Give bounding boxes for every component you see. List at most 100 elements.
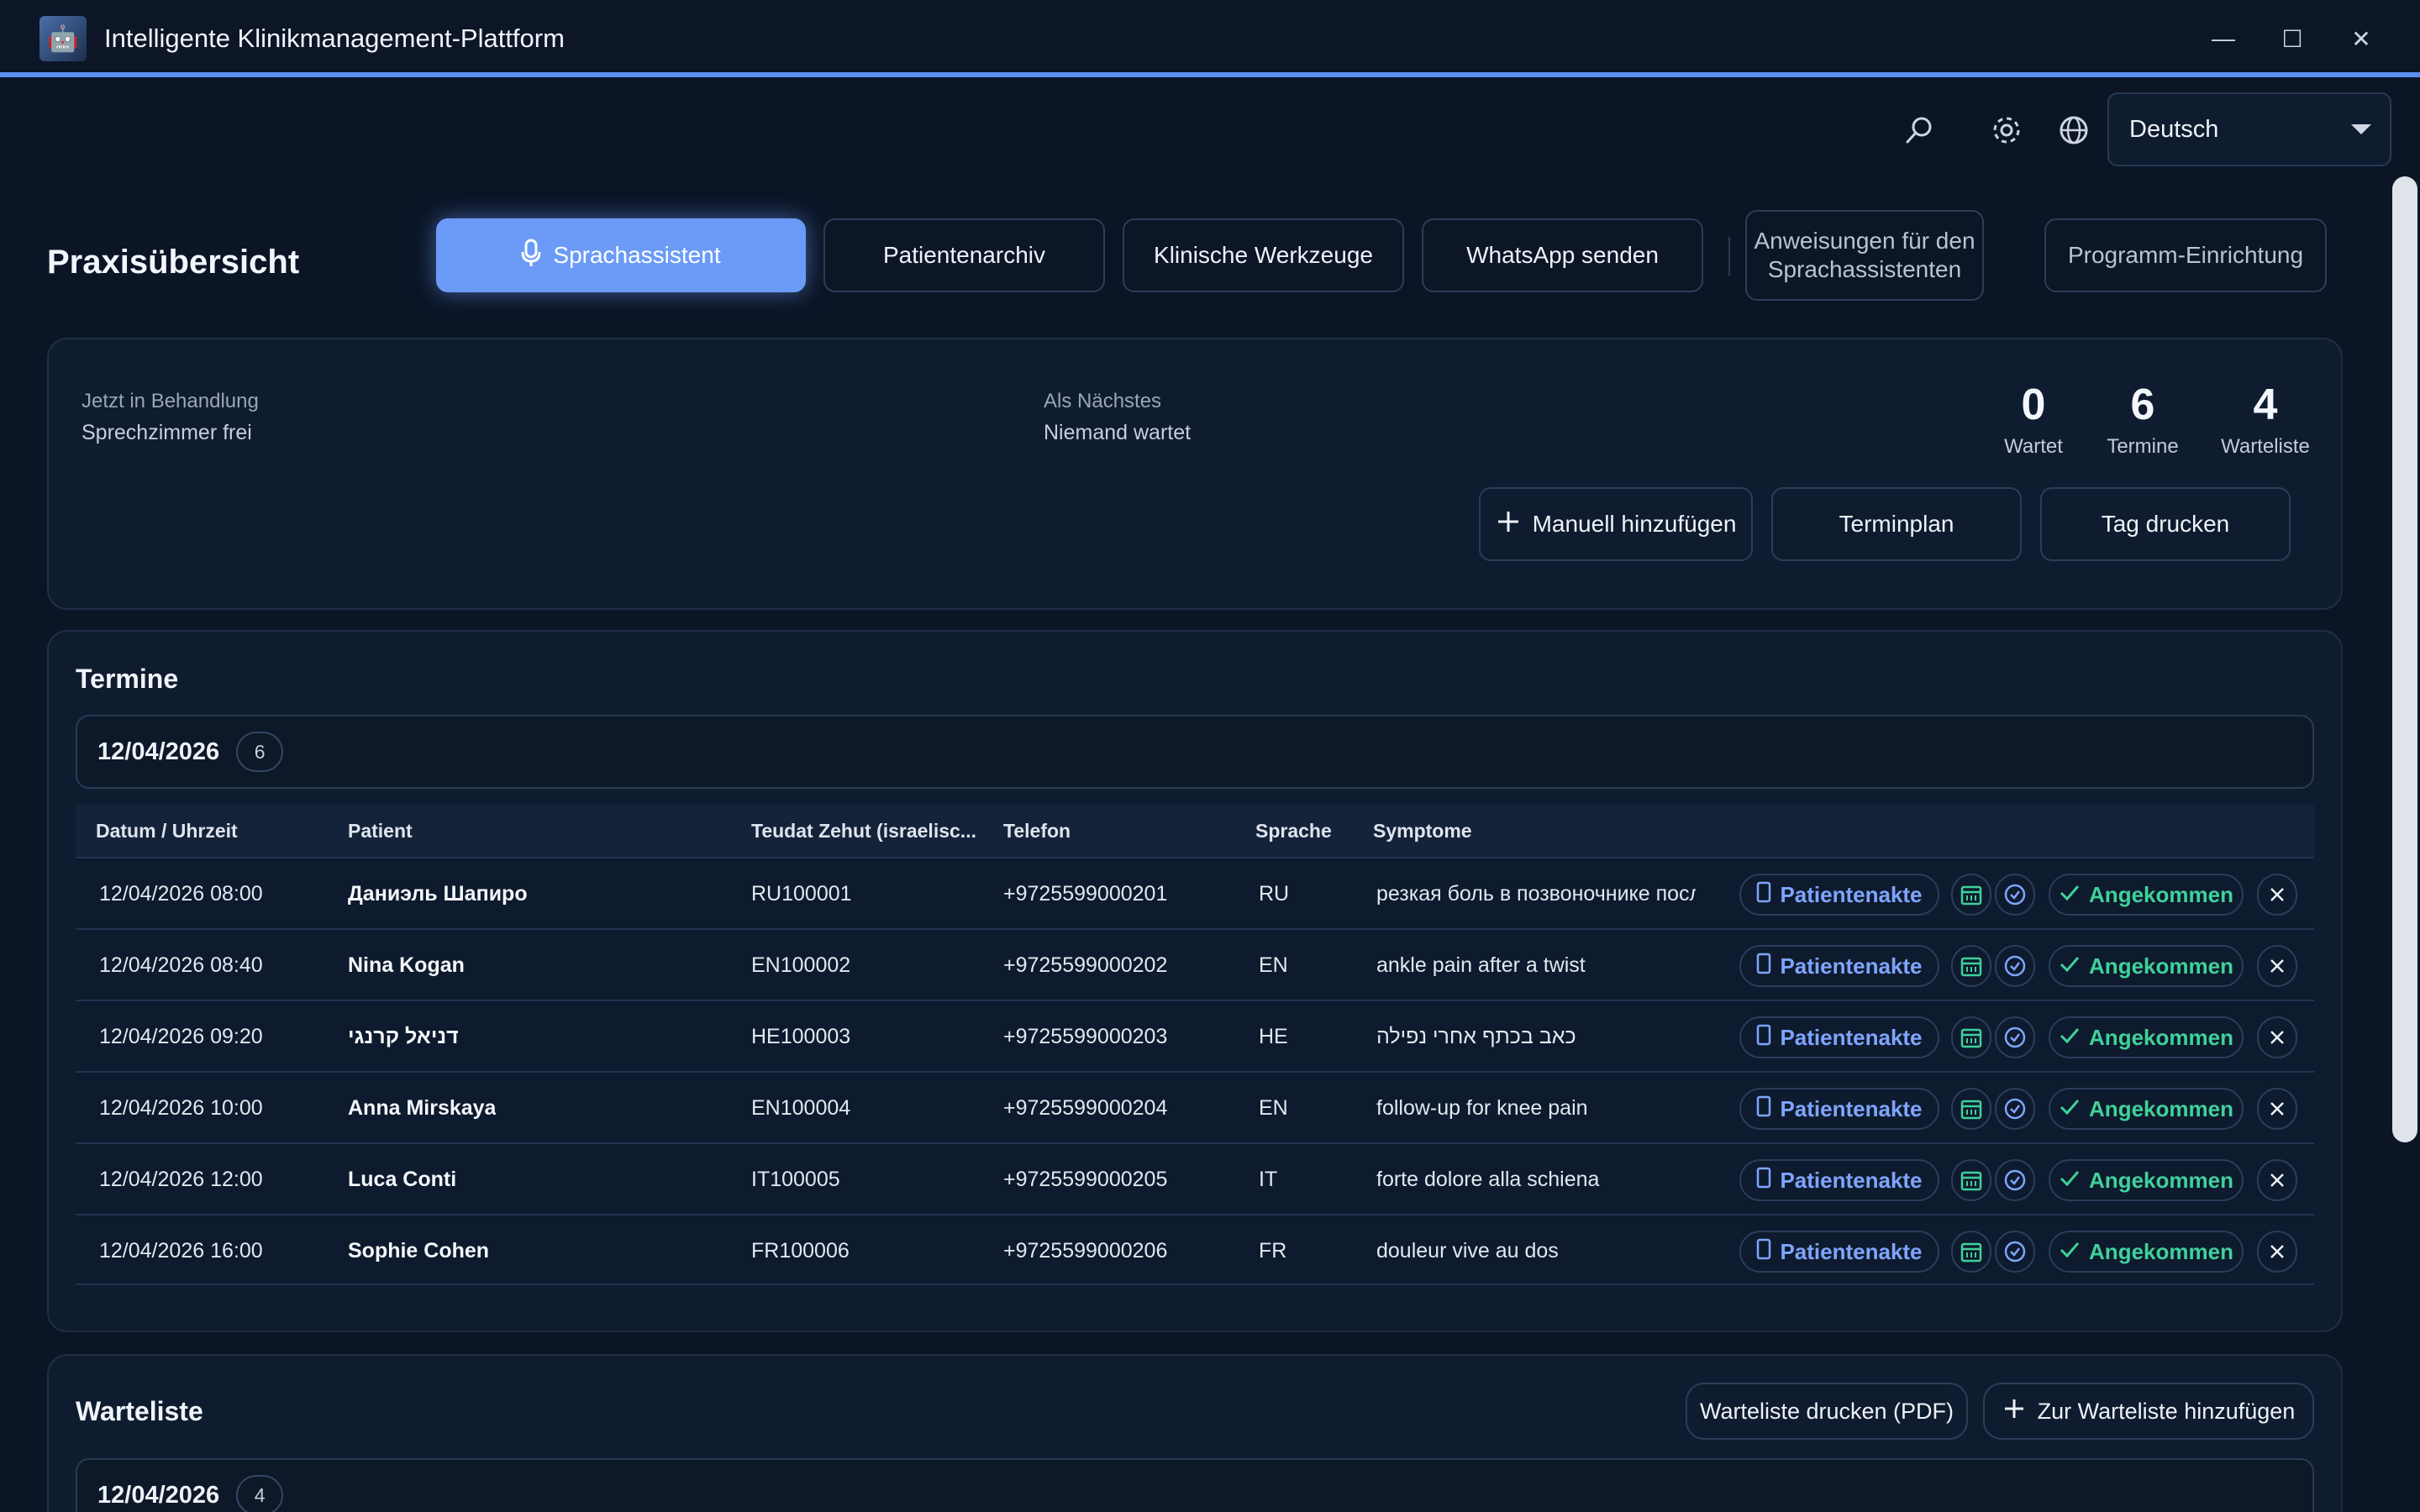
- cell-id: EN100004: [751, 1096, 851, 1120]
- stat-waitlist-label: Warteliste: [2221, 435, 2310, 458]
- column-header-patient[interactable]: Patient: [348, 820, 413, 843]
- waitlist-date-bar[interactable]: 12/04/2026 4: [76, 1458, 2314, 1512]
- patient-record-button[interactable]: Patientenakte: [1739, 945, 1939, 987]
- table-row[interactable]: 12/04/2026 16:00 Sophie Cohen FR100006 +…: [76, 1214, 2314, 1285]
- patient-record-button[interactable]: Patientenakte: [1739, 1231, 1939, 1273]
- remove-row-icon[interactable]: [2257, 1159, 2297, 1201]
- cell-datetime: 12/04/2026 09:20: [99, 1025, 263, 1048]
- cell-id: IT100005: [751, 1168, 840, 1191]
- search-icon[interactable]: [1898, 109, 1940, 151]
- globe-icon[interactable]: [2053, 109, 2095, 151]
- status-panel: [47, 338, 2343, 610]
- table-row[interactable]: 12/04/2026 09:20 דניאל קרנגי HE100003 +9…: [76, 1000, 2314, 1071]
- patient-record-button[interactable]: Patientenakte: [1739, 1088, 1939, 1130]
- appointments-date: 12/04/2026: [97, 738, 220, 765]
- remove-row-icon[interactable]: [2257, 945, 2297, 987]
- column-header-id[interactable]: Teudat Zehut (israelisc...: [751, 820, 976, 843]
- check-circle-icon[interactable]: [1995, 1231, 2035, 1273]
- patient-record-button[interactable]: Patientenakte: [1739, 1159, 1939, 1201]
- schedule-button[interactable]: Terminplan: [1771, 487, 2022, 561]
- remove-row-icon[interactable]: [2257, 874, 2297, 916]
- check-circle-icon[interactable]: [1995, 1159, 2035, 1201]
- check-circle-icon[interactable]: [1995, 874, 2035, 916]
- remove-row-icon[interactable]: [2257, 1088, 2297, 1130]
- title-bar: 🤖 Intelligente Klinikmanagement-Plattfor…: [0, 0, 2420, 77]
- add-manual-button[interactable]: Manuell hinzufügen: [1479, 487, 1753, 561]
- calendar-icon[interactable]: [1951, 874, 1991, 916]
- check-circle-icon[interactable]: [1995, 1088, 2035, 1130]
- remove-row-icon[interactable]: [2257, 1016, 2297, 1058]
- table-row[interactable]: 12/04/2026 12:00 Luca Conti IT100005 +97…: [76, 1142, 2314, 1214]
- cell-language: FR: [1259, 1239, 1287, 1263]
- table-row[interactable]: 12/04/2026 10:00 Anna Mirskaya EN100004 …: [76, 1071, 2314, 1142]
- column-header-phone[interactable]: Telefon: [1003, 820, 1071, 843]
- cell-patient: Anna Mirskaya: [348, 1096, 497, 1120]
- cell-phone: +9725599000203: [1003, 1025, 1168, 1048]
- language-select[interactable]: Deutsch: [2107, 92, 2391, 166]
- arrived-button[interactable]: Angekommen: [2049, 1231, 2244, 1273]
- assistant-instructions-button[interactable]: Anweisungen für den Sprachassistenten: [1745, 210, 1984, 301]
- column-header-language[interactable]: Sprache: [1255, 820, 1332, 843]
- gear-icon[interactable]: [1986, 109, 2028, 151]
- print-day-button[interactable]: Tag drucken: [2040, 487, 2291, 561]
- whatsapp-button[interactable]: WhatsApp senden: [1422, 218, 1703, 292]
- arrived-button[interactable]: Angekommen: [2049, 1088, 2244, 1130]
- cell-language: HE: [1259, 1025, 1288, 1048]
- stat-waitlist-value: 4: [2253, 381, 2278, 429]
- calendar-icon[interactable]: [1951, 1231, 1991, 1273]
- patient-record-label: Patientenakte: [1780, 881, 1923, 907]
- patient-record-button[interactable]: Patientenakte: [1739, 1016, 1939, 1058]
- plus-icon: [2002, 1397, 2026, 1426]
- cell-patient: Luca Conti: [348, 1168, 457, 1191]
- add-manual-label: Manuell hinzufügen: [1532, 511, 1737, 537]
- waitlist-date: 12/04/2026: [97, 1481, 220, 1509]
- program-setup-button[interactable]: Programm-Einrichtung: [2044, 218, 2327, 292]
- chevron-down-icon: [2351, 124, 2371, 134]
- scrollbar[interactable]: [2392, 176, 2417, 1142]
- stat-appointments-label: Termine: [2107, 435, 2179, 458]
- cell-id: RU100001: [751, 882, 852, 906]
- cell-id: FR100006: [751, 1239, 850, 1263]
- cell-datetime: 12/04/2026 16:00: [99, 1239, 263, 1263]
- arrived-button[interactable]: Angekommen: [2049, 945, 2244, 987]
- arrived-label: Angekommen: [2089, 1167, 2233, 1193]
- patient-archive-button[interactable]: Patientenarchiv: [823, 218, 1105, 292]
- voice-assistant-button[interactable]: Sprachassistent: [436, 218, 806, 292]
- cell-patient: Даниэль Шапиро: [348, 882, 528, 906]
- page-title: Praxisübersicht: [47, 244, 300, 281]
- calendar-icon[interactable]: [1951, 945, 1991, 987]
- close-button[interactable]: ✕: [2336, 18, 2386, 59]
- maximize-button[interactable]: ☐: [2267, 18, 2317, 59]
- appointments-date-bar[interactable]: 12/04/2026 6: [76, 715, 2314, 789]
- check-circle-icon[interactable]: [1995, 945, 2035, 987]
- remove-row-icon[interactable]: [2257, 1231, 2297, 1273]
- column-header-datetime[interactable]: Datum / Uhrzeit: [96, 820, 238, 843]
- cell-datetime: 12/04/2026 08:40: [99, 953, 263, 977]
- waitlist-print-button[interactable]: Warteliste drucken (PDF): [1686, 1383, 1968, 1440]
- calendar-icon[interactable]: [1951, 1159, 1991, 1201]
- patient-record-button[interactable]: Patientenakte: [1739, 874, 1939, 916]
- check-circle-icon[interactable]: [1995, 1016, 2035, 1058]
- column-header-symptoms[interactable]: Symptome: [1373, 820, 1472, 843]
- clinical-tools-button[interactable]: Klinische Werkzeuge: [1123, 218, 1404, 292]
- cell-symptoms: резкая боль в позвоночнике после: [1376, 882, 1696, 906]
- table-row[interactable]: 12/04/2026 08:00 Даниэль Шапиро RU100001…: [76, 857, 2314, 928]
- checkmark-icon: [2059, 1025, 2081, 1051]
- cell-language: IT: [1259, 1168, 1278, 1191]
- table-header: Datum / Uhrzeit Patient Teudat Zehut (is…: [76, 805, 2314, 857]
- checkmark-icon: [2059, 1239, 2081, 1265]
- cell-datetime: 12/04/2026 12:00: [99, 1168, 263, 1191]
- stat-waiting-label: Wartet: [2004, 435, 2063, 458]
- arrived-label: Angekommen: [2089, 1095, 2233, 1121]
- table-row[interactable]: 12/04/2026 08:40 Nina Kogan EN100002 +97…: [76, 928, 2314, 1000]
- arrived-label: Angekommen: [2089, 1024, 2233, 1050]
- arrived-button[interactable]: Angekommen: [2049, 1016, 2244, 1058]
- arrived-button[interactable]: Angekommen: [2049, 874, 2244, 916]
- document-icon: [1756, 1095, 1771, 1123]
- arrived-button[interactable]: Angekommen: [2049, 1159, 2244, 1201]
- calendar-icon[interactable]: [1951, 1088, 1991, 1130]
- waitlist-add-button[interactable]: Zur Warteliste hinzufügen: [1983, 1383, 2314, 1440]
- minimize-button[interactable]: —: [2198, 18, 2249, 59]
- calendar-icon[interactable]: [1951, 1016, 1991, 1058]
- arrived-label: Angekommen: [2089, 881, 2233, 907]
